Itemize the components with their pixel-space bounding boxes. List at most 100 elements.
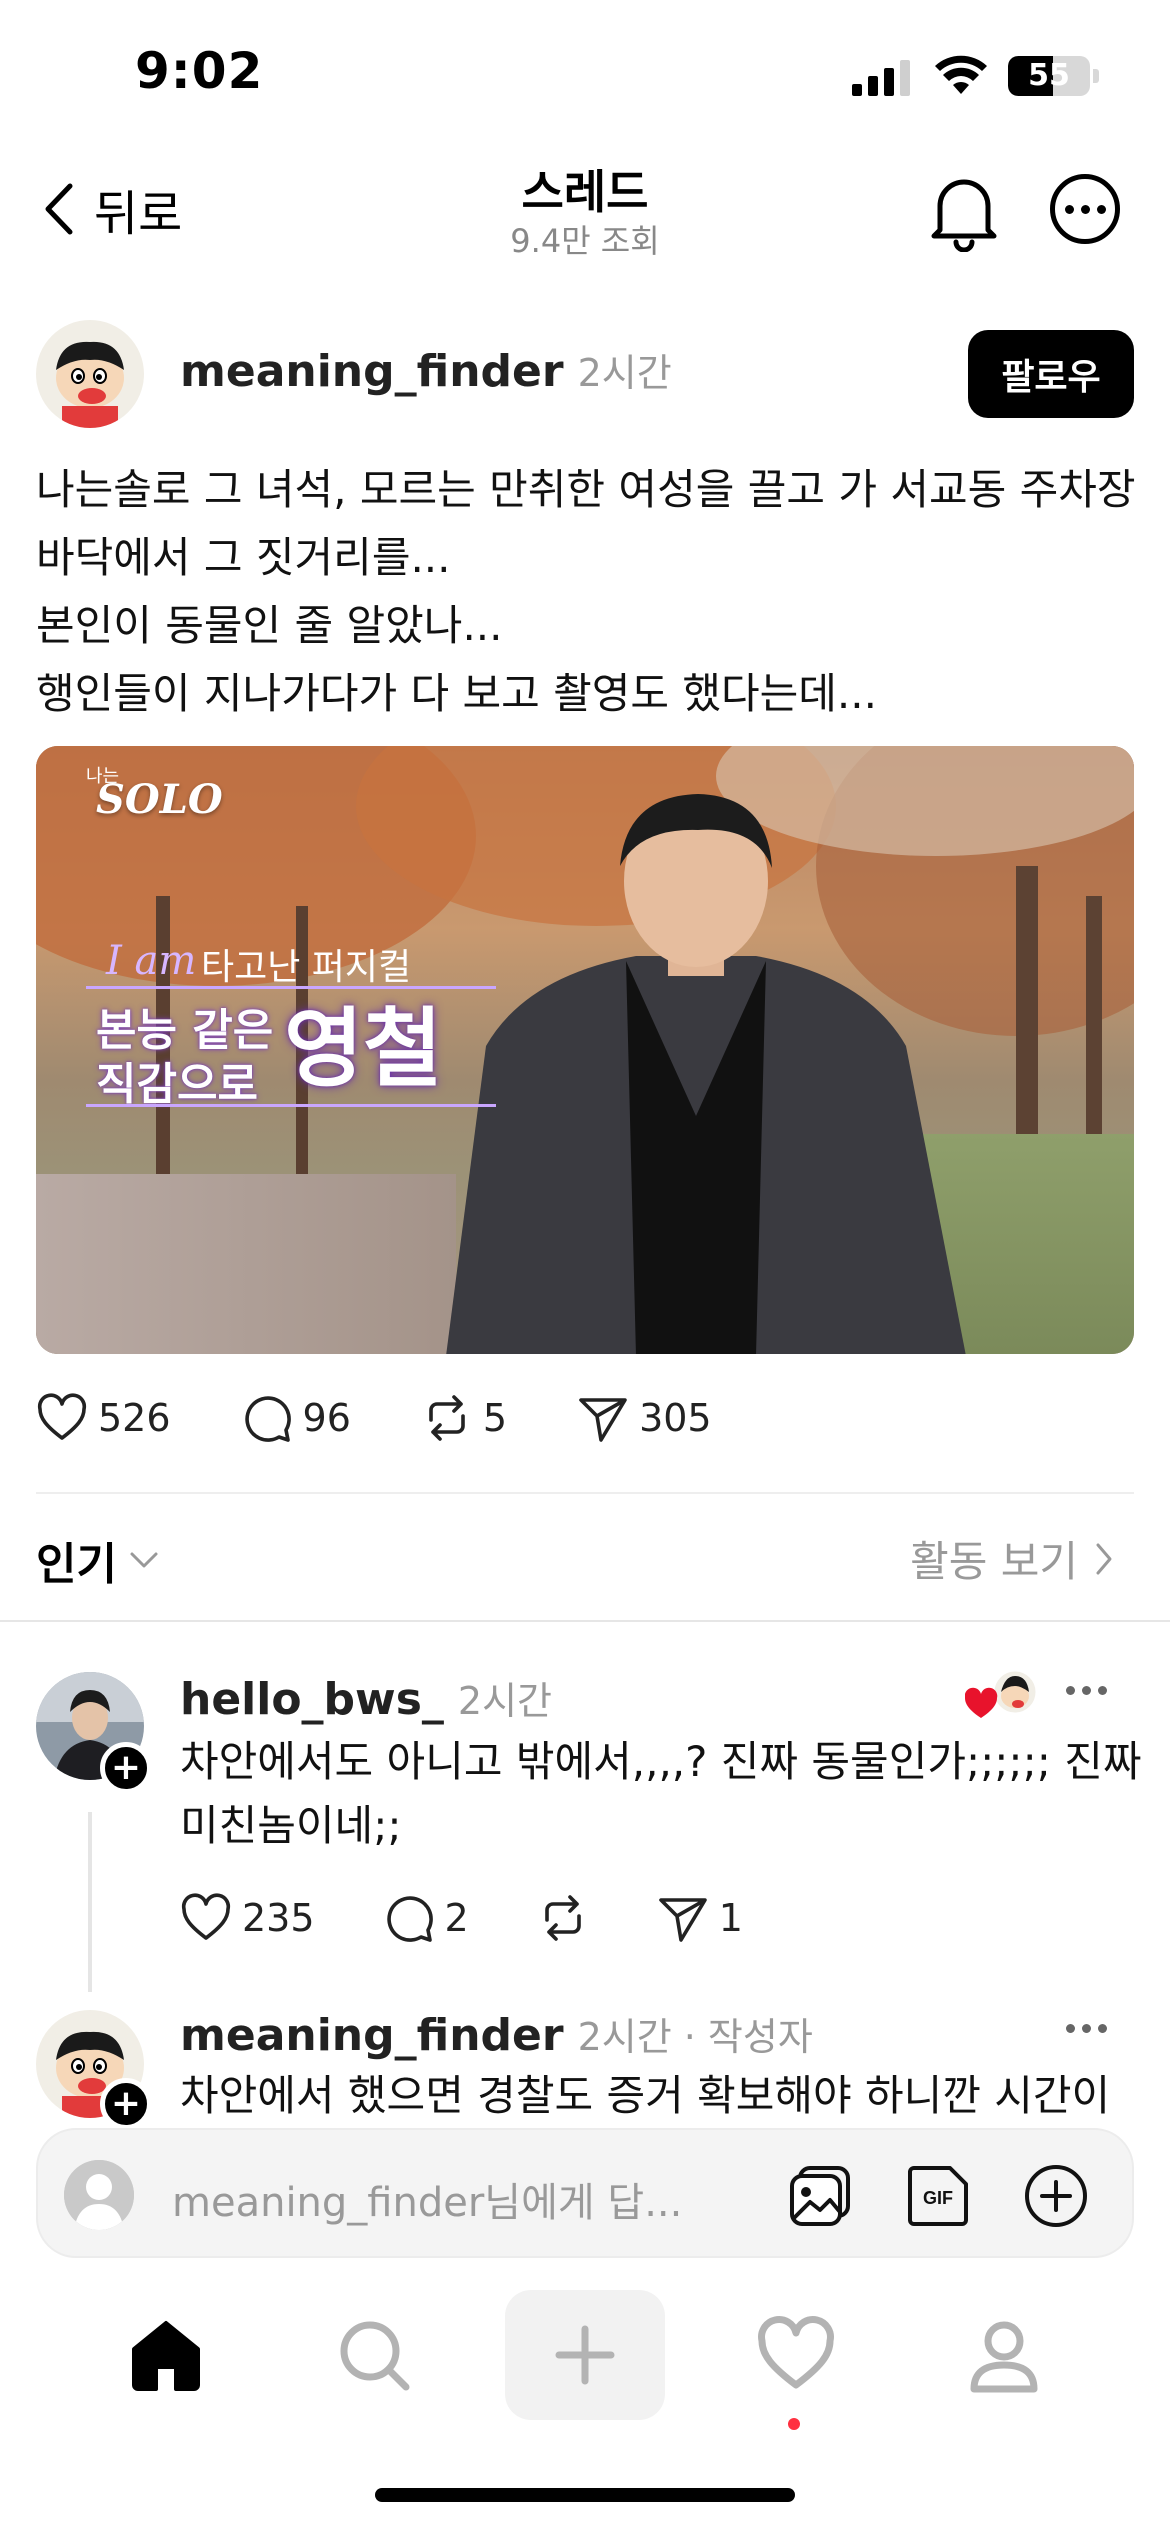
profile-icon xyxy=(970,2321,1038,2393)
post-text-line: 나는솔로 그 녀석, 모르는 만취한 여성을 끌고 가 서교동 주차장 xyxy=(36,465,1136,514)
more-dot xyxy=(1098,1686,1107,1695)
gif-icon[interactable]: GIF xyxy=(904,2162,972,2230)
repost-button[interactable]: 5 xyxy=(421,1392,507,1444)
reply-more-button[interactable] xyxy=(1066,1686,1107,1695)
svg-text:GIF: GIF xyxy=(923,2188,953,2208)
reply-like-count: 235 xyxy=(242,1896,315,1940)
more-dot xyxy=(1082,2024,1091,2033)
status-bar: 9:02 55 xyxy=(0,0,1170,150)
tab-create[interactable] xyxy=(505,2290,665,2420)
person-figure xyxy=(446,794,966,1354)
reply-text-line: 차안에서 했으면 경찰도 증거 확보해야 하니깐 시간이 xyxy=(180,2071,1111,2120)
reply-text-line: 차안에서도 아니고 밖에서,,,,? 진짜 동물인가;;;;;; 진짜 xyxy=(180,1737,1142,1786)
post-text-line: 본인이 동물인 줄 알았나... xyxy=(36,601,503,650)
reply-actions: 235 2 1 xyxy=(180,1892,811,1944)
caption-script: I am xyxy=(106,938,197,984)
status-time: 9:02 xyxy=(135,42,264,100)
reply-more-button[interactable] xyxy=(1066,2024,1107,2033)
reply-like-button[interactable]: 235 xyxy=(180,1892,315,1944)
comment-icon xyxy=(386,1896,433,1942)
reply-input-placeholder[interactable]: meaning_finder님에게 답... xyxy=(172,2170,682,2228)
plus-icon xyxy=(555,2325,615,2385)
thread-line xyxy=(88,1812,92,1992)
reply-username[interactable]: meaning_finder xyxy=(180,2010,564,2061)
reply-time: 2시간 · 작성자 xyxy=(577,2015,813,2059)
like-button[interactable]: 526 xyxy=(36,1392,171,1444)
bell-icon[interactable] xyxy=(928,172,1000,252)
post-text-line: 행인들이 지나가다가 다 보고 촬영도 했다는데... xyxy=(36,669,877,718)
send-icon xyxy=(579,1398,627,1442)
more-dot xyxy=(1082,1686,1091,1695)
author-avatar[interactable] xyxy=(36,320,144,428)
reply-comment-button[interactable]: 2 xyxy=(383,1892,469,1944)
activity-label: 활동 보기 xyxy=(910,1537,1078,1586)
author-row: meaning_finder 2시간 xyxy=(180,342,672,397)
reply-share-button[interactable]: 1 xyxy=(657,1892,743,1944)
post-text-line: 바닥에서 그 짓거리를... xyxy=(36,533,451,582)
tab-activity[interactable] xyxy=(716,2290,876,2420)
comment-icon xyxy=(244,1396,291,1442)
author-username[interactable]: meaning_finder xyxy=(180,346,564,397)
my-avatar xyxy=(64,2160,134,2230)
follow-plus-badge[interactable]: + xyxy=(100,2078,152,2130)
reply-share-count: 1 xyxy=(718,1896,743,1940)
road-area xyxy=(36,1174,456,1354)
comment-count: 96 xyxy=(302,1396,351,1440)
tab-bar xyxy=(0,2290,1170,2450)
divider xyxy=(36,1492,1134,1494)
chevron-right-icon xyxy=(1096,1543,1112,1574)
reply-text-line: 미친놈이네;; xyxy=(180,1801,402,1850)
show-logo: SOLO xyxy=(96,776,223,823)
home-icon xyxy=(132,2321,200,2391)
post-actions: 526 96 5 305 xyxy=(36,1392,782,1444)
more-dot xyxy=(1066,1686,1075,1695)
caption-divider xyxy=(86,1104,496,1107)
signal-icon xyxy=(852,60,910,96)
post-image[interactable]: 나는 SOLO I am 타고난 퍼지컬 본능 같은 직감으로 영철 xyxy=(36,746,1134,1354)
post-time: 2시간 xyxy=(577,351,672,395)
sort-dropdown[interactable]: 인기 xyxy=(36,1528,159,1592)
follow-button[interactable]: 팔로우 xyxy=(968,330,1134,418)
add-circle-icon[interactable] xyxy=(1022,2162,1090,2230)
caption-line: 직감으로 xyxy=(96,1059,258,1110)
share-count: 305 xyxy=(639,1396,712,1440)
reply-text: 차안에서도 아니고 밖에서,,,,? 진짜 동물인가;;;;;; 진짜 미친놈이… xyxy=(180,1730,1142,1858)
tab-home[interactable] xyxy=(86,2290,246,2420)
more-dot xyxy=(1064,204,1074,214)
repost-icon xyxy=(544,1895,581,1941)
sort-label: 인기 xyxy=(36,1539,117,1590)
more-dot xyxy=(1080,204,1090,214)
more-options-button[interactable] xyxy=(1050,174,1120,244)
default-avatar-icon xyxy=(64,2160,134,2230)
follow-plus-badge[interactable]: + xyxy=(100,1742,152,1794)
chevron-down-icon xyxy=(130,1552,158,1568)
battery-icon: 55 xyxy=(1008,56,1090,96)
reply-header: hello_bws_ 2시간 xyxy=(180,1670,552,1725)
repost-icon xyxy=(429,1395,465,1441)
more-dot xyxy=(1066,2024,1075,2033)
heart-icon xyxy=(758,2316,834,2389)
share-button[interactable]: 305 xyxy=(577,1392,712,1444)
view-activity-link[interactable]: 활동 보기 xyxy=(910,1528,1114,1589)
reply-input-bar[interactable]: meaning_finder님에게 답... GIF xyxy=(36,2128,1134,2258)
like-count: 526 xyxy=(98,1396,171,1440)
home-indicator xyxy=(375,2488,795,2502)
reply-repost-button[interactable] xyxy=(537,1892,589,1944)
caption-name: 영철 xyxy=(284,999,443,1099)
reply-comment-count: 2 xyxy=(444,1896,469,1940)
tab-profile[interactable] xyxy=(924,2290,1084,2420)
heart-icon xyxy=(181,1893,231,1940)
battery-percent: 55 xyxy=(1028,58,1070,93)
divider xyxy=(0,1620,1170,1622)
comment-button[interactable]: 96 xyxy=(241,1392,351,1444)
reply-time: 2시간 xyxy=(457,1679,553,1723)
author-liked-icon xyxy=(965,1668,1039,1718)
reply-username[interactable]: hello_bws_ xyxy=(180,1674,444,1725)
post-text: 나는솔로 그 녀석, 모르는 만취한 여성을 끌고 가 서교동 주차장 바닥에서… xyxy=(36,456,1146,728)
battery-tip xyxy=(1093,69,1099,83)
tab-search[interactable] xyxy=(294,2290,454,2420)
reply-text: 차안에서 했으면 경찰도 증거 확보해야 하니깐 시간이 xyxy=(180,2064,1140,2128)
reply-header: meaning_finder 2시간 · 작성자 xyxy=(180,2006,813,2061)
heart-icon xyxy=(37,1393,87,1440)
gallery-icon[interactable] xyxy=(786,2162,854,2230)
